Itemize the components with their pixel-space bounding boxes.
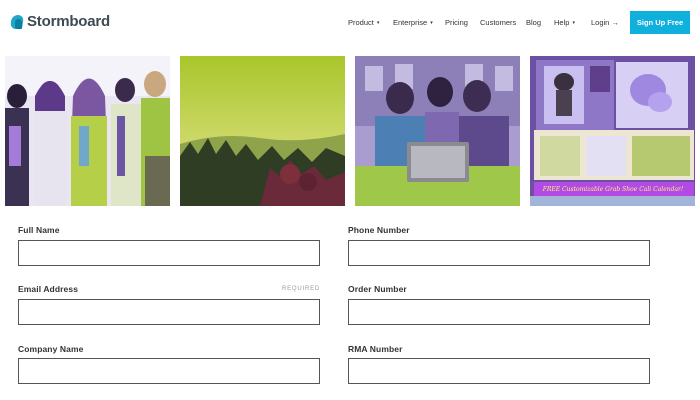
required-indicator: REQUIRED [282,286,321,292]
nav-item-help[interactable]: Help ▾ [554,18,575,27]
full-name-label: Full Name [18,225,60,235]
email-address-label: Email Address [18,284,79,294]
email-address-input[interactable] [19,300,319,324]
nav-item-enterprise[interactable]: Enterprise ▾ [393,18,433,27]
nav-item-login[interactable]: Login → [591,18,619,27]
phone-number-input[interactable] [349,241,649,265]
nav-label: Pricing [445,18,468,27]
rma-number-input[interactable] [349,359,649,383]
logo-icon [10,14,24,30]
company-name-field[interactable] [18,358,320,384]
logo-text: Stormboard [27,13,111,30]
chevron-down-icon: ▾ [376,20,380,26]
nav-item-product[interactable]: Product ▾ [348,18,379,27]
site-header: Stormboard Product ▾ Enterprise ▾ Pricing … [0,0,700,46]
landscape-image [180,56,345,206]
stormboard-logo[interactable]: Stormboard [10,13,110,30]
rma-number-label: RMA Number [348,344,403,354]
rma-number-field[interactable] [348,358,650,384]
nav-label: Help [554,18,570,27]
order-number-label: Order Number [348,284,407,294]
students-group-image [5,56,170,206]
nav-item-customers[interactable]: Customers [480,18,516,27]
company-name-input[interactable] [19,359,319,383]
nav-label: Customers [480,18,517,27]
full-name-input[interactable] [19,241,319,265]
order-number-input[interactable] [349,300,649,324]
nav-label: Login → [591,18,619,27]
order-number-field[interactable] [348,299,650,325]
chevron-down-icon: ▾ [572,20,575,26]
email-address-field[interactable] [18,299,320,325]
nav-label: Blog [526,18,542,27]
full-name-field[interactable] [18,240,320,266]
calendar-banner-text: FREE Customizable Grab Shoe Cali Calenda… [542,186,684,193]
students-laptop-image [355,56,520,206]
nav-label: Product [348,18,374,27]
sign-up-free-button[interactable]: Sign Up Free [630,11,690,34]
company-name-label: Company Name [18,344,84,354]
nav-item-blog[interactable]: Blog [526,18,541,27]
nav-label: Enterprise [393,18,428,27]
phone-number-label: Phone Number [348,225,410,235]
chevron-down-icon: ▾ [430,20,433,26]
phone-number-field[interactable] [348,240,650,266]
nav-item-pricing[interactable]: Pricing [445,18,468,27]
